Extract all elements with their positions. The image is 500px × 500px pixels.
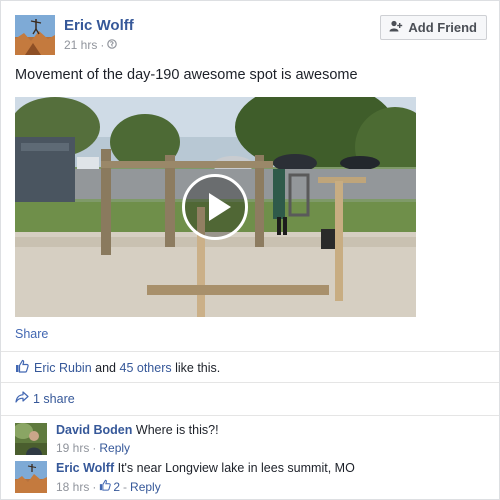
likes-summary: Eric Rubin and 45 others like this. (15, 359, 220, 376)
add-friend-icon (389, 20, 403, 35)
shares-link[interactable]: 1 share (15, 391, 75, 406)
divider (1, 351, 499, 352)
divider (1, 415, 499, 416)
reply-link[interactable]: Reply (130, 480, 161, 494)
shares-label: 1 share (33, 391, 75, 406)
meta-separator: - (123, 479, 128, 494)
comment-meta: 19 hrs · Reply (56, 441, 130, 455)
likes-others-link[interactable]: 45 others (120, 361, 172, 375)
add-friend-label: Add Friend (408, 20, 477, 35)
post-card: Eric Wolff 21 hrs · Add Friend Movement … (0, 0, 500, 500)
likes-suffix: like this. (175, 360, 221, 375)
add-friend-button[interactable]: Add Friend (380, 15, 487, 40)
like-count-value: 2 (113, 479, 121, 494)
share-link[interactable]: Share (15, 327, 48, 341)
comment-time[interactable]: 18 hrs (56, 480, 89, 494)
thumbs-up-icon (99, 479, 112, 494)
author-name[interactable]: Eric Wolff (64, 17, 134, 34)
comment-author[interactable]: David Boden (56, 423, 132, 437)
globe-icon (107, 38, 118, 52)
meta-separator: · (92, 479, 97, 494)
comment-item: Eric Wolff It's near Longview lake in le… (15, 461, 487, 497)
commenter-avatar[interactable] (15, 423, 47, 455)
reply-link[interactable]: Reply (99, 441, 130, 455)
share-arrow-icon (15, 391, 29, 406)
video-player[interactable] (15, 97, 416, 317)
play-icon[interactable] (182, 174, 248, 240)
comment-text: It's near Longview lake in lees summit, … (117, 461, 355, 475)
thumbs-up-icon (15, 359, 29, 376)
comment-item: David Boden Where is this?! 19 hrs · Rep… (15, 423, 487, 459)
divider (1, 382, 499, 383)
commenter-avatar[interactable] (15, 461, 47, 493)
comment-body: Eric Wolff It's near Longview lake in le… (56, 461, 355, 475)
likes-and: and (95, 360, 117, 375)
liker-name[interactable]: Eric Rubin (34, 361, 92, 375)
comment-like-count[interactable]: 2 (99, 479, 120, 494)
post-time[interactable]: 21 hrs (64, 38, 97, 52)
post-header: Eric Wolff 21 hrs · Add Friend (15, 15, 487, 57)
comment-author[interactable]: Eric Wolff (56, 461, 114, 475)
post-meta: 21 hrs · (64, 38, 118, 52)
post-text: Movement of the day-190 awesome spot is … (15, 67, 358, 83)
meta-separator: · (92, 441, 97, 455)
author-avatar[interactable] (15, 15, 55, 55)
meta-separator: · (100, 38, 105, 52)
comment-text: Where is this?! (135, 423, 219, 437)
comment-meta: 18 hrs · 2 - Reply (56, 479, 161, 494)
comment-body: David Boden Where is this?! (56, 423, 219, 437)
comment-time[interactable]: 19 hrs (56, 441, 89, 455)
